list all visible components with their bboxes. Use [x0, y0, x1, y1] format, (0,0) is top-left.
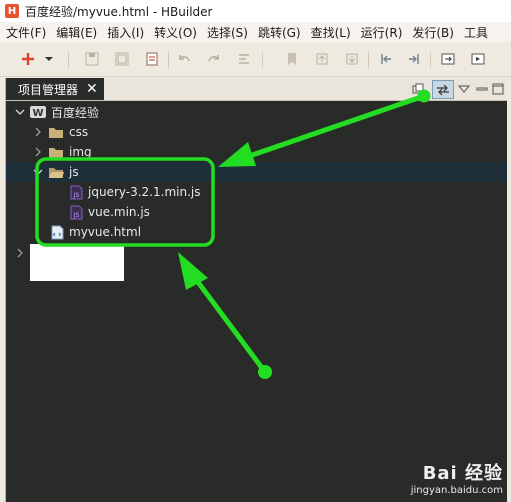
redo-button[interactable] — [206, 51, 222, 67]
open-folder-icon — [48, 165, 64, 179]
tree-row-vue[interactable]: JS vue.min.js — [6, 202, 507, 222]
watermark-url: jingyan.baidu.com — [410, 485, 503, 496]
save-all-button[interactable] — [114, 51, 130, 67]
svg-text:W: W — [32, 108, 43, 119]
minimize-icon — [476, 87, 488, 91]
toolbar — [0, 44, 511, 77]
collapse-all-button[interactable] — [410, 81, 426, 97]
bookmark-icon — [288, 53, 296, 65]
menu-select[interactable]: 选择(S) — [201, 24, 252, 41]
chevron-down-icon[interactable] — [33, 167, 43, 177]
svg-text:JS: JS — [72, 212, 79, 219]
close-icon[interactable]: ✕ — [86, 81, 98, 97]
folder-icon — [48, 145, 64, 159]
link-editor-icon — [437, 84, 449, 95]
tree-row-project[interactable]: W 百度经验 — [6, 102, 507, 122]
menu-run[interactable]: 运行(R) — [355, 24, 407, 41]
view-menu-button[interactable] — [456, 81, 472, 97]
triangle-down-icon — [458, 85, 470, 93]
prev-bookmark-icon — [316, 53, 328, 65]
run-button[interactable] — [470, 51, 486, 67]
menu-tools[interactable]: 工具 — [458, 24, 492, 41]
bookmark-button[interactable] — [284, 51, 300, 67]
menu-find[interactable]: 查找(L) — [305, 24, 355, 41]
file-label: vue.min.js — [88, 205, 150, 219]
redo-icon — [208, 55, 219, 62]
prev-bookmark-button[interactable] — [314, 51, 330, 67]
jump-end-icon — [409, 54, 419, 64]
web-project-icon: W — [30, 105, 46, 119]
run-icon — [471, 53, 485, 65]
tree-row-css[interactable]: css — [6, 122, 507, 142]
preview-button[interactable] — [440, 51, 456, 67]
undo-icon — [179, 55, 190, 62]
svg-text:JS: JS — [72, 192, 79, 199]
folder-label: js — [69, 165, 79, 179]
undo-button[interactable] — [176, 51, 192, 67]
menu-edit[interactable]: 编辑(E) — [50, 24, 101, 41]
menu-bar: 文件(F) 编辑(E) 插入(I) 转义(O) 选择(S) 跳转(G) 查找(L… — [0, 22, 511, 42]
collapse-all-icon — [412, 83, 424, 94]
format-button[interactable] — [236, 51, 252, 67]
link-editor-button[interactable] — [432, 80, 454, 99]
folder-icon — [48, 125, 64, 139]
new-file-button[interactable] — [20, 51, 36, 67]
file-label: jquery-3.2.1.min.js — [88, 185, 201, 199]
html-file-icon — [49, 225, 65, 239]
new-file-dropdown[interactable] — [44, 51, 54, 67]
print-button[interactable] — [144, 51, 160, 67]
title-bar: H 百度经验/myvue.html - HBuilder — [0, 0, 511, 22]
jump-start-icon — [381, 54, 391, 64]
watermark-brand: Bai 经验 — [422, 463, 503, 484]
js-file-icon: JS — [68, 185, 84, 199]
file-label: myvue.html — [69, 225, 142, 239]
chevron-right-icon[interactable] — [15, 248, 25, 258]
js-file-icon: JS — [68, 205, 84, 219]
jump-start-button[interactable] — [378, 51, 394, 67]
save-button[interactable] — [84, 51, 100, 67]
chevron-right-icon[interactable] — [33, 127, 43, 137]
folder-label: img — [69, 145, 92, 159]
save-icon — [85, 52, 99, 66]
tree-row-img[interactable]: img — [6, 142, 507, 162]
format-icon — [239, 54, 249, 64]
menu-goto[interactable]: 跳转(G) — [252, 24, 305, 41]
project-manager-panel: 项目管理器 ✕ W 百度经验 css img js JS jquery-3.2.… — [5, 78, 507, 502]
next-bookmark-button[interactable] — [344, 51, 360, 67]
menu-file[interactable]: 文件(F) — [0, 24, 50, 41]
menu-publish[interactable]: 发行(B) — [406, 24, 458, 41]
tab-project-manager[interactable]: 项目管理器 ✕ — [6, 78, 104, 100]
save-all-icon — [115, 52, 129, 66]
chevron-down-icon — [45, 57, 53, 61]
hbuilder-logo-icon: H — [5, 4, 19, 18]
plus-icon — [22, 53, 34, 65]
maximize-panel-button[interactable] — [490, 81, 506, 97]
project-label: 百度经验 — [51, 105, 100, 120]
tab-label: 项目管理器 — [18, 82, 79, 97]
document-icon — [146, 52, 158, 66]
folder-label: css — [69, 125, 89, 139]
chevron-right-icon[interactable] — [33, 147, 43, 157]
next-bookmark-icon — [346, 53, 358, 65]
panel-header: 项目管理器 ✕ — [6, 78, 507, 101]
menu-escape[interactable]: 转义(O) — [148, 24, 201, 41]
preview-icon — [441, 53, 455, 65]
tree-row-jquery[interactable]: JS jquery-3.2.1.min.js — [6, 182, 507, 202]
drag-preview-box — [30, 244, 124, 281]
maximize-icon — [492, 83, 504, 95]
menu-insert[interactable]: 插入(I) — [101, 24, 148, 41]
window-title: 百度经验/myvue.html - HBuilder — [25, 4, 213, 19]
tree-row-myvue-html[interactable]: myvue.html — [6, 222, 507, 242]
watermark: Bai 经验 jingyan.baidu.com — [411, 459, 503, 496]
jump-end-button[interactable] — [406, 51, 422, 67]
tree-row-js[interactable]: js — [6, 162, 507, 182]
chevron-down-icon[interactable] — [15, 107, 25, 117]
minimize-panel-button[interactable] — [474, 81, 490, 97]
